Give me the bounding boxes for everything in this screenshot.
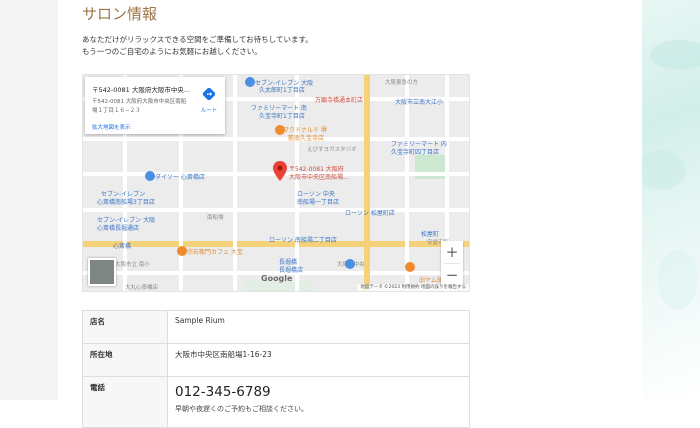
table-row: 電話 012-345-6789 早朝や夜遅くのご予約もご相談ください。 — [82, 376, 470, 428]
page-title: サロン情報 — [82, 5, 158, 23]
larger-map-link[interactable]: 拡大地図を表示 — [92, 123, 131, 131]
poi-pin-icon — [145, 171, 155, 181]
map-poi-label: 長堀橋店 — [279, 267, 304, 274]
poi-pin-icon — [275, 125, 285, 135]
map-poi-label: 宗右衛門カフェ 大宝 — [187, 249, 243, 256]
intro-line-2: もう一つのご自宅のようにお気軽にお越しください。 — [82, 47, 262, 56]
table-cell: Sample Rium — [167, 310, 470, 344]
map-poi-label: 松屋町 — [421, 231, 440, 238]
phone-note: 早朝や夜遅くのご予約もご相談ください。 — [175, 405, 308, 413]
google-logo: Google — [261, 274, 293, 283]
map-poi-label: ダイソー 心斎橋店 — [155, 174, 205, 181]
table-header-cell: 電話 — [82, 376, 168, 428]
map-poi-label: 南船場 — [207, 215, 224, 221]
map-poi-label: 大阪市立南大江小 — [395, 99, 444, 106]
table-header-cell: 店名 — [82, 310, 168, 344]
map-poi-label: 心斎橋南船場3丁目店 — [97, 199, 155, 206]
table-row: 所在地 大阪市中央区南船場1-16-23 — [82, 343, 470, 377]
marker-label-line-2: 大阪市中央区南船場... — [289, 174, 349, 181]
map-road — [405, 75, 409, 291]
map-poi-label: 心斎橋長堀通店 — [97, 225, 140, 232]
map-info-card: 〒542-0081 大阪府大阪市中央... 〒542-0081 大阪府大阪市中央… — [85, 77, 225, 134]
map-road — [83, 208, 469, 212]
map-poi-label: 南船場一丁目店 — [297, 199, 340, 206]
poi-pin-icon — [245, 77, 255, 87]
map-poi-label: 筋南久宝寺店 — [288, 135, 325, 142]
poi-pin-icon — [345, 259, 355, 269]
card-title: 〒542-0081 大阪府大阪市中央... — [92, 86, 191, 94]
decorative-background — [636, 0, 700, 400]
map-embed[interactable]: セブン-イレブン 大阪 久太郎町1丁目店 大阪東急の方 ファミリーマート 南 久… — [82, 74, 470, 292]
map-poi-label: 旧ヤム邸 — [419, 277, 443, 284]
map-poi-label: 万願寺橋通本町店 — [315, 97, 364, 104]
zoom-controls: + − — [441, 241, 463, 285]
table-cell: 012-345-6789 早朝や夜遅くのご予約もご相談ください。 — [167, 376, 470, 428]
map-poi-label: ローソン 松屋町店 — [345, 210, 395, 217]
intro-text: あなただけがリラックスできる空間をご準備してお待ちしています。 もう一つのご自宅… — [82, 34, 313, 58]
map-poi-label: 久宝寺町1丁目店 — [259, 113, 305, 120]
zoom-in-button[interactable]: + — [441, 241, 463, 263]
map-poi-label: 心斎橋 — [113, 243, 132, 250]
route-label: ルート — [200, 108, 218, 114]
map-poi-label: 大丸心斎橋店 — [125, 285, 159, 291]
salon-info-table: 店名 Sample Rium 所在地 大阪市中央区南船場1-16-23 電話 0… — [82, 310, 470, 428]
map-road-major — [364, 75, 370, 291]
map-poi-label: 久宝寺町四丁目店 — [391, 149, 440, 156]
map-poi-label: 久太郎町1丁目店 — [259, 87, 305, 94]
map-road — [233, 75, 237, 291]
map-poi-label: えびすヨガスタジオ — [307, 147, 357, 153]
phone-number[interactable]: 012-345-6789 — [175, 384, 462, 400]
poi-pin-icon — [177, 246, 187, 256]
left-gutter — [0, 0, 58, 400]
map-poi-label: 大阪市立 南小 — [115, 262, 150, 268]
intro-line-1: あなただけがリラックスできる空間をご準備してお待ちしています。 — [82, 35, 313, 44]
table-row: 店名 Sample Rium — [82, 310, 470, 344]
location-marker-icon[interactable] — [273, 161, 287, 181]
poi-pin-icon — [405, 262, 415, 272]
map-poi-label: ローソン 南船場二丁目店 — [269, 237, 337, 244]
main-content: サロン情報 あなただけがリラックスできる空間をご準備してお待ちしています。 もう… — [58, 0, 642, 428]
route-button[interactable]: ルート — [197, 85, 221, 114]
table-header-cell: 所在地 — [82, 343, 168, 377]
card-address: 〒542-0081 大阪府大阪市中央区南船場１丁目１６−２３ — [92, 99, 187, 114]
map-attribution[interactable]: 地図データ ©2023 利用規約 地図の誤りを報告する — [357, 284, 469, 291]
map-poi-label: 大阪東急の方 — [385, 80, 419, 86]
table-cell: 大阪市中央区南船場1-16-23 — [167, 343, 470, 377]
directions-icon — [201, 86, 217, 102]
satellite-toggle-button[interactable] — [88, 258, 116, 286]
zoom-out-button[interactable]: − — [441, 264, 463, 286]
